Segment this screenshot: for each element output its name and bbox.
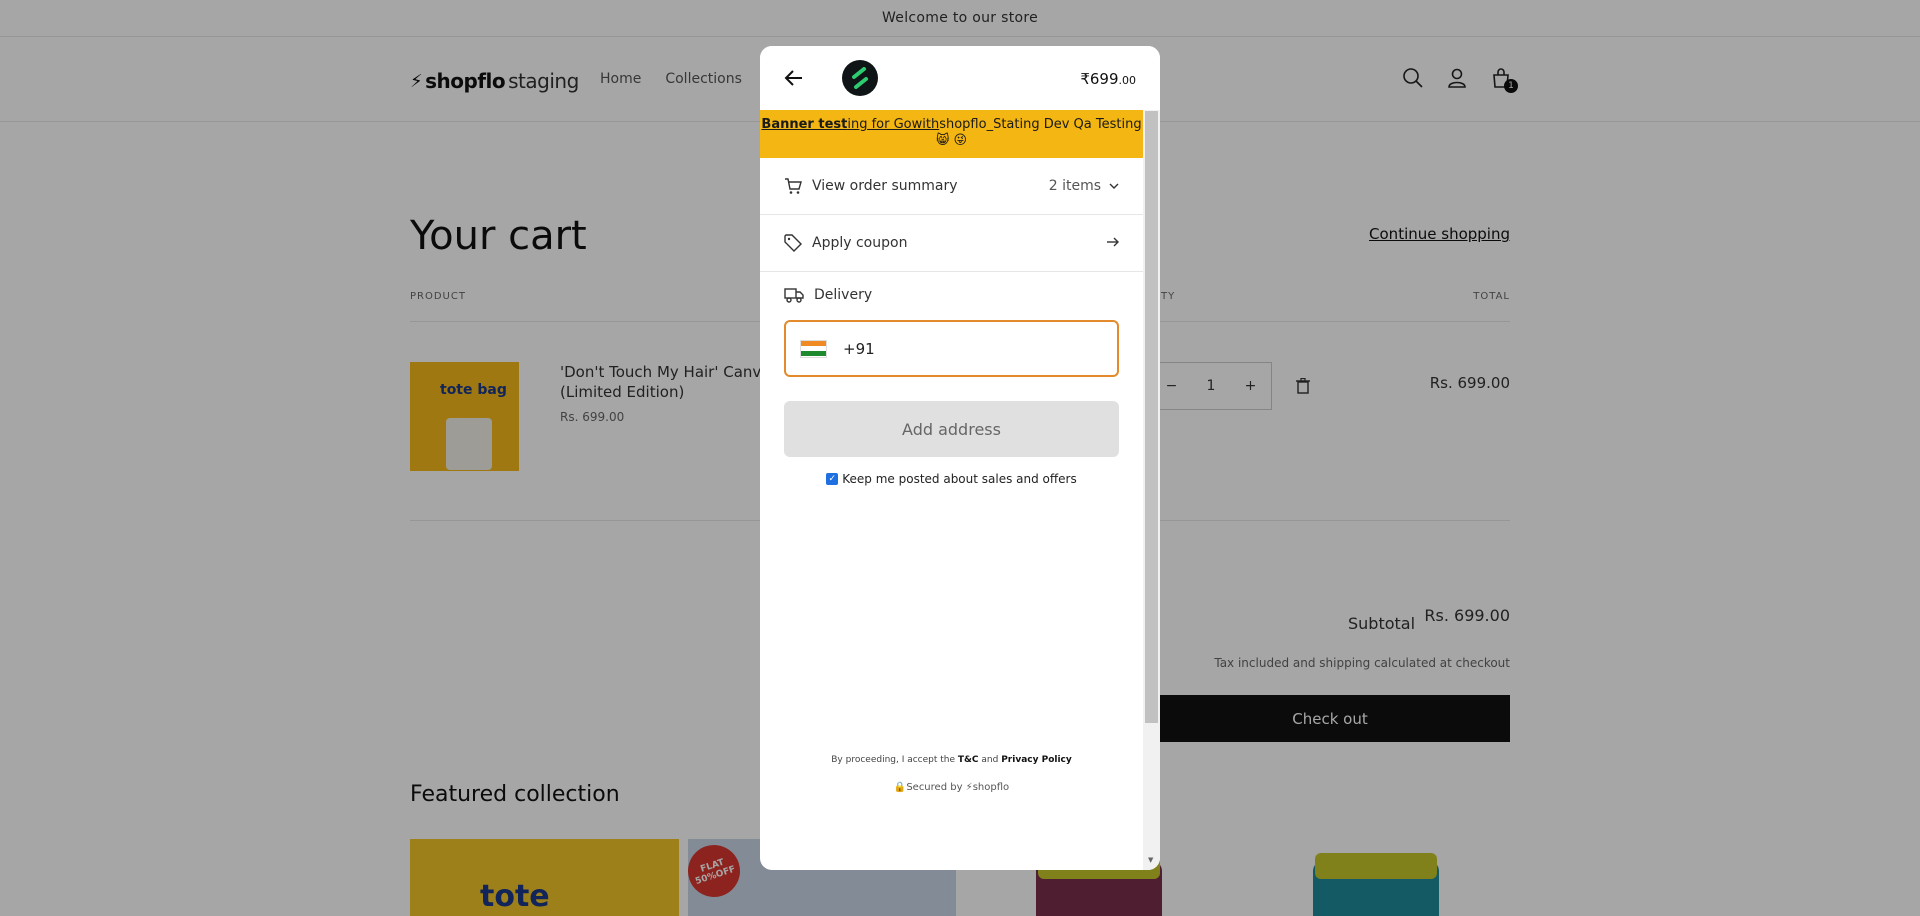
- secured-by-label: Secured by: [906, 782, 963, 793]
- bolt-icon: ⚡: [965, 782, 973, 793]
- banner-text-link: ing for Gowith: [847, 117, 940, 132]
- order-total-main: ₹699: [1080, 70, 1119, 88]
- banner-text-rest: shopflo_Stating Dev Qa Testing: [939, 117, 1142, 132]
- scrollbar-thumb[interactable]: [1145, 111, 1158, 723]
- scroll-down-arrow-icon[interactable]: ▼: [1148, 856, 1153, 864]
- back-arrow-icon[interactable]: [784, 68, 804, 88]
- delivery-section-title: Delivery: [784, 286, 872, 304]
- arrow-right-icon: [1107, 235, 1119, 251]
- promo-banner[interactable]: Banner testing for Gowithshopflo_Stating…: [760, 110, 1143, 158]
- checkbox-checked-icon[interactable]: ✓: [826, 473, 839, 485]
- lock-icon: 🔒: [893, 782, 907, 793]
- chevron-down-icon: [1109, 178, 1119, 194]
- terms-and: and: [981, 755, 999, 765]
- tag-icon: [784, 234, 802, 252]
- order-total: ₹699.00: [1080, 70, 1136, 88]
- brand-logo-icon: [842, 60, 878, 96]
- marketing-opt-in-label: Keep me posted about sales and offers: [842, 472, 1077, 486]
- apply-coupon-label: Apply coupon: [812, 235, 908, 251]
- order-total-decimal: .00: [1118, 74, 1137, 87]
- phone-input[interactable]: +91: [784, 320, 1119, 377]
- secured-brand: shopflo: [972, 782, 1010, 793]
- order-summary-label: View order summary: [812, 178, 958, 194]
- order-summary-toggle[interactable]: View order summary 2 items: [760, 158, 1143, 215]
- add-address-button[interactable]: Add address: [784, 401, 1119, 457]
- tc-link[interactable]: T&C: [958, 755, 979, 765]
- cart-icon: [784, 177, 802, 195]
- terms-prefix: By proceeding, I accept the: [831, 755, 956, 765]
- marketing-opt-in[interactable]: ✓ Keep me posted about sales and offers: [760, 472, 1143, 486]
- banner-text-bold: Banner test: [761, 117, 848, 132]
- banner-emoji: 😸 😜: [935, 133, 968, 148]
- terms-notice: By proceeding, I accept the T&C and Priv…: [760, 755, 1143, 765]
- privacy-policy-link[interactable]: Privacy Policy: [1001, 755, 1072, 765]
- truck-icon: [784, 286, 804, 304]
- apply-coupon-row[interactable]: Apply coupon: [760, 215, 1143, 272]
- item-count: 2 items: [1048, 178, 1101, 194]
- checkout-modal: ₹699.00 Banner testing for Gowithshopflo…: [760, 46, 1160, 870]
- secured-by: 🔒Secured by ⚡shopflo: [760, 782, 1143, 793]
- modal-header: ₹699.00: [760, 46, 1160, 110]
- country-code: +91: [843, 339, 875, 358]
- delivery-label: Delivery: [814, 287, 873, 303]
- india-flag-icon[interactable]: [800, 339, 827, 358]
